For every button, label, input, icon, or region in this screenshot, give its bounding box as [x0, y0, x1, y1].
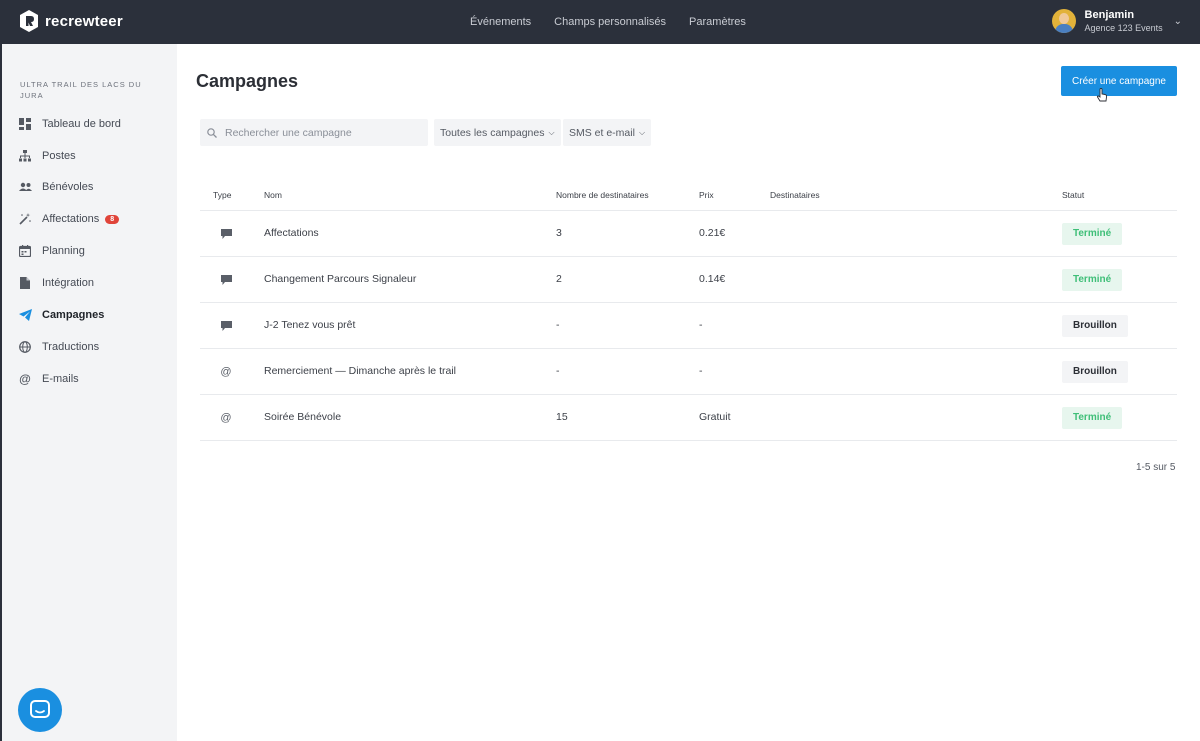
at-icon: @ [19, 372, 31, 386]
sidebar-item-postes[interactable]: Postes [18, 146, 76, 166]
table-row[interactable]: J-2 Tenez vous prêt - - Brouillon [200, 303, 1177, 349]
sidebar-item-label: Intégration [42, 277, 94, 289]
column-header-type: Type [213, 190, 232, 200]
pagination-info: 1-5 sur 5 [1136, 462, 1176, 473]
table-row[interactable]: @ Remerciement — Dimanche après le trail… [200, 349, 1177, 395]
sidebar: ULTRA TRAIL DES LACS DU JURA Tableau de … [0, 44, 177, 741]
status-badge: Brouillon [1062, 315, 1128, 337]
search-box[interactable] [200, 119, 428, 146]
search-icon [207, 127, 217, 138]
table-row[interactable]: Changement Parcours Signaleur 2 0.14€ Te… [200, 257, 1177, 303]
event-name: ULTRA TRAIL DES LACS DU JURA [20, 80, 142, 100]
sidebar-item-label: Postes [42, 150, 76, 162]
at-icon: @ [220, 412, 232, 424]
globe-icon [18, 340, 32, 354]
campaign-price: - [699, 319, 703, 331]
campaign-filter-value: Toutes les campagnes [440, 126, 545, 139]
top-bar: recrewteer Événements Champs personnalis… [0, 0, 1200, 44]
paper-plane-icon [18, 308, 32, 322]
search-input[interactable] [225, 126, 415, 139]
sidebar-item-planning[interactable]: Planning [18, 241, 85, 261]
chevron-down-icon: ⌵ [638, 127, 646, 137]
channel-filter-select[interactable]: SMS et e-mail ⌵ [563, 119, 652, 146]
user-name: Benjamin [1084, 9, 1135, 21]
nav-settings[interactable]: Paramètres [689, 16, 746, 28]
chat-launcher-button[interactable] [18, 688, 62, 732]
at-icon: @ [220, 366, 232, 378]
recrewteer-logo-icon [20, 10, 38, 32]
magic-wand-icon [18, 212, 32, 226]
recipient-count: - [556, 319, 560, 331]
user-menu[interactable]: Benjamin Agence 123 Events ⌄ [1051, 9, 1182, 33]
campaign-name: Affectations [264, 227, 319, 239]
column-header-name: Nom [264, 190, 282, 200]
sidebar-item-benevoles[interactable]: Bénévoles [18, 177, 93, 197]
channel-filter-value: SMS et e-mail [569, 126, 635, 139]
status-badge: Brouillon [1062, 361, 1128, 383]
nav-custom-fields[interactable]: Champs personnalisés [554, 16, 666, 28]
sidebar-item-integration[interactable]: Intégration [18, 273, 94, 293]
brand-name: recrewteer [45, 12, 123, 30]
sidebar-item-label: Campagnes [42, 309, 105, 321]
status-badge: Terminé [1062, 269, 1123, 291]
campaign-name: Changement Parcours Signaleur [264, 273, 417, 285]
column-header-status: Statut [1062, 190, 1085, 200]
sidebar-item-campagnes[interactable]: Campagnes [18, 305, 104, 325]
sidebar-item-label: Tableau de bord [42, 118, 121, 130]
document-icon [18, 276, 32, 290]
sms-icon [220, 274, 232, 286]
sidebar-item-dashboard[interactable]: Tableau de bord [18, 114, 121, 134]
recipient-count: 15 [556, 411, 568, 423]
calendar-icon [18, 244, 32, 258]
recipient-count: - [556, 365, 560, 377]
brand-logo[interactable]: recrewteer [19, 10, 123, 32]
page-title: Campagnes [196, 71, 299, 91]
sidebar-item-label: Traductions [42, 341, 100, 353]
sms-icon [220, 228, 232, 240]
campaign-filter-select[interactable]: Toutes les campagnes ⌵ [434, 119, 561, 146]
count-badge: 8 [105, 214, 120, 224]
chevron-down-icon: ⌵ [548, 127, 555, 137]
sidebar-item-label: E-mails [42, 373, 79, 385]
status-badge: Terminé [1062, 223, 1123, 245]
campaign-price: Gratuit [699, 411, 731, 423]
chat-icon [30, 700, 50, 718]
dashboard-icon [18, 117, 32, 131]
status-badge: Terminé [1062, 407, 1123, 429]
sidebar-item-emails[interactable]: @ E-mails [18, 369, 79, 389]
sms-icon [220, 320, 232, 332]
campaign-name: Remerciement — Dimanche après le trail [264, 365, 456, 377]
campaign-price: - [699, 365, 703, 377]
recipient-count: 2 [556, 273, 562, 285]
sidebar-item-affectations[interactable]: Affectations 8 [18, 209, 120, 229]
campaign-name: Soirée Bénévole [264, 411, 342, 423]
table-row[interactable]: @ Soirée Bénévole 15 Gratuit Terminé [200, 395, 1177, 441]
top-nav: Événements Champs personnalisés Paramètr… [470, 0, 746, 44]
column-header-price: Prix [699, 190, 714, 200]
avatar [1051, 9, 1076, 33]
sidebar-item-label: Affectations [42, 213, 100, 225]
nav-events[interactable]: Événements [470, 16, 531, 28]
user-org: Agence 123 Events [1084, 23, 1163, 33]
sidebar-item-label: Planning [42, 245, 85, 257]
create-campaign-button[interactable]: Créer une campagne [1061, 66, 1177, 96]
sitemap-icon [18, 149, 32, 163]
chevron-down-icon: ⌄ [1173, 15, 1182, 27]
sidebar-item-label: Bénévoles [42, 181, 94, 193]
column-header-recipients: Destinataires [770, 190, 820, 200]
campaign-price: 0.14€ [699, 273, 726, 285]
table-row[interactable]: Affectations 3 0.21€ Terminé [200, 211, 1177, 257]
users-icon [18, 180, 32, 194]
column-header-recipient-count: Nombre de destinataires [556, 190, 649, 200]
campaign-name: J-2 Tenez vous prêt [264, 319, 356, 331]
campaign-price: 0.21€ [699, 227, 726, 239]
sidebar-item-traductions[interactable]: Traductions [18, 337, 99, 357]
recipient-count: 3 [556, 227, 562, 239]
mouse-pointer-icon [1096, 88, 1108, 102]
